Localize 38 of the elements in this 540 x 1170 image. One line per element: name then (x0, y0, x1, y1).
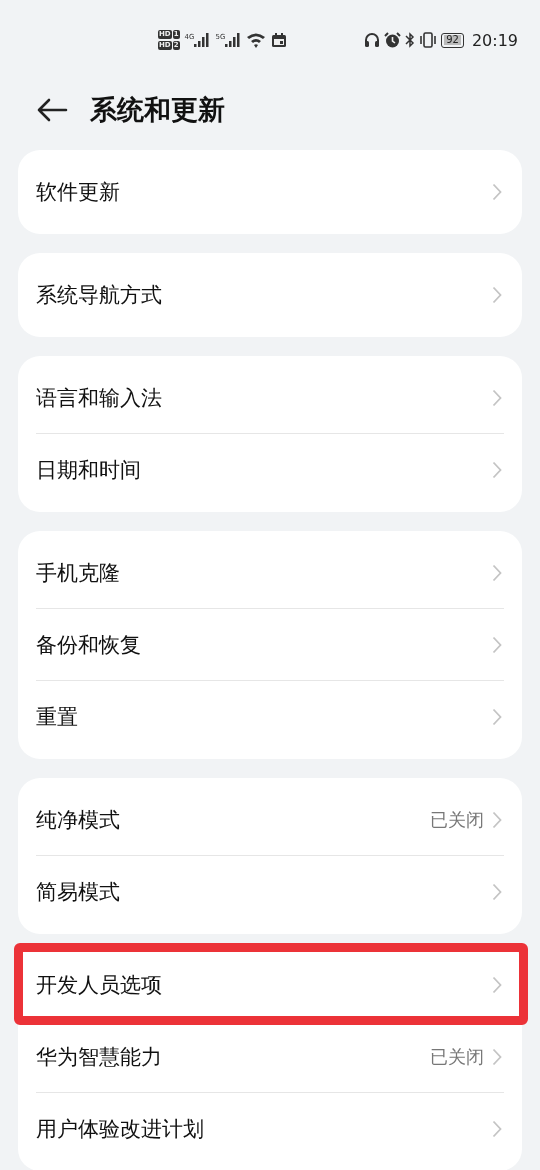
settings-item[interactable]: 日期和时间 (18, 434, 522, 506)
chevron-icon (492, 976, 502, 994)
chevron-icon (492, 389, 502, 407)
settings-item[interactable]: 开发人员选项 (18, 949, 522, 1021)
alarm-icon (384, 32, 402, 48)
settings-item[interactable]: 系统导航方式 (18, 253, 522, 337)
chevron-icon (492, 708, 502, 726)
settings-item[interactable]: 软件更新 (18, 150, 522, 234)
chevron-icon (492, 1048, 502, 1066)
status-value: 已关闭 (430, 1045, 484, 1069)
clock-time: 20:19 (471, 30, 518, 50)
page-title: 系统和更新 (90, 93, 225, 127)
chevron-icon (492, 286, 502, 304)
settings-item[interactable]: 重置 (18, 681, 522, 753)
chevron-icon (492, 461, 502, 479)
chevron-icon (492, 883, 502, 901)
settings-item[interactable]: 语言和输入法 (18, 362, 522, 434)
chevron-icon (492, 636, 502, 654)
wifi-icon (246, 32, 267, 48)
settings-item[interactable]: 华为智慧能力 已关闭 (18, 1021, 522, 1093)
settings-item[interactable]: 纯净模式 已关闭 (18, 784, 522, 856)
settings-item[interactable]: 简易模式 (18, 856, 522, 928)
settings-item[interactable]: 用户体验改进计划 (18, 1093, 522, 1165)
signal-icon (194, 33, 211, 47)
signal-icon (225, 33, 242, 47)
status-value: 已关闭 (430, 808, 484, 832)
chevron-icon (492, 811, 502, 829)
headphones-icon (364, 32, 381, 48)
battery-icon: 92 (441, 32, 464, 48)
chevron-icon (492, 1120, 502, 1138)
calendar-icon (271, 32, 288, 48)
settings-item[interactable]: 备份和恢复 (18, 609, 522, 681)
chevron-icon (492, 183, 502, 201)
vibrate-icon (419, 32, 438, 48)
back-button[interactable] (36, 98, 68, 122)
bluetooth-icon (405, 32, 416, 48)
chevron-icon (492, 564, 502, 582)
settings-item[interactable]: 手机克隆 (18, 537, 522, 609)
